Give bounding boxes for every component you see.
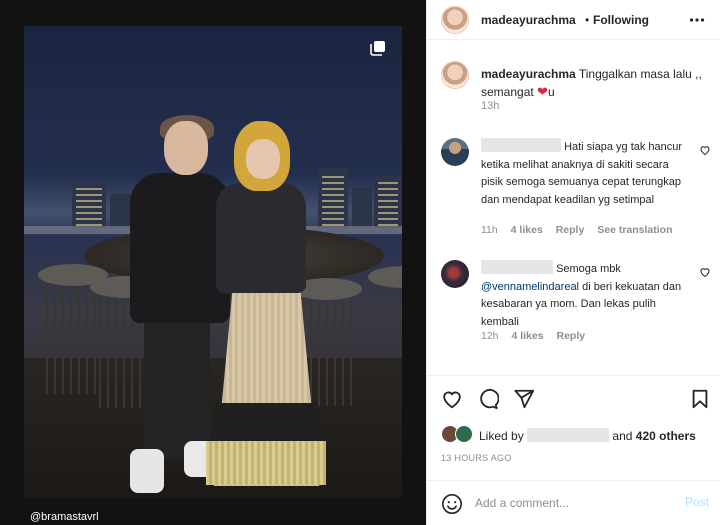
comment-likes[interactable]: 4 likes xyxy=(511,330,543,342)
redacted-username xyxy=(481,260,553,274)
comment-meta: 11h 4 likes Reply See translation xyxy=(481,224,683,236)
header-username[interactable]: madeayurachma xyxy=(481,13,576,27)
post-timestamp[interactable]: 13 HOURS AGO xyxy=(441,453,512,463)
building-lights xyxy=(378,180,398,226)
comment-time: 11h xyxy=(481,224,498,236)
post-media-pane: @bramastavrl xyxy=(0,0,426,525)
redacted-username[interactable] xyxy=(527,428,610,442)
city-building xyxy=(352,188,372,228)
heart-emoji: ❤ xyxy=(537,84,548,99)
comment-input[interactable] xyxy=(475,493,665,513)
bookmark-icon[interactable] xyxy=(689,388,711,410)
building-lights xyxy=(76,186,102,226)
add-comment-bar: Post xyxy=(427,480,720,525)
header-separator: • xyxy=(585,13,590,27)
building-lights xyxy=(322,172,344,226)
mention-link[interactable]: @vennamelindareal xyxy=(481,281,579,293)
caption-username[interactable]: madeayurachma xyxy=(481,67,576,81)
post-side-panel: madeayurachma • Following madeayurachma … xyxy=(426,0,720,525)
redacted-username xyxy=(481,138,561,152)
person-woman-hijab xyxy=(204,121,326,498)
reply-button[interactable]: Reply xyxy=(557,330,586,342)
multiple-posts-icon xyxy=(370,41,385,56)
heart-outline-icon[interactable] xyxy=(699,144,711,156)
more-horizontal-icon[interactable] xyxy=(689,12,705,28)
comment-text: Semoga mbk @vennamelindareal di beri kek… xyxy=(481,260,693,331)
photo-tag[interactable]: @bramastavrl xyxy=(30,511,99,523)
avatar[interactable] xyxy=(441,6,469,34)
comment-time: 12h xyxy=(481,330,499,342)
liker-avatars xyxy=(441,425,477,443)
smiley-face-icon[interactable] xyxy=(441,493,463,515)
see-translation-button[interactable]: See translation xyxy=(597,224,672,236)
post-actions xyxy=(427,375,720,421)
caption-time: 13h xyxy=(481,100,500,112)
avatar[interactable] xyxy=(455,425,473,443)
send-paper-plane-icon[interactable] xyxy=(513,388,535,410)
avatar[interactable] xyxy=(441,260,469,288)
stool-leg xyxy=(46,274,96,394)
comment-likes[interactable]: 4 likes xyxy=(511,224,543,236)
bar-stool xyxy=(368,266,402,288)
heart-outline-icon[interactable] xyxy=(441,388,463,410)
likes-row: Liked by and 420 others xyxy=(427,421,720,449)
reply-button[interactable]: Reply xyxy=(556,224,585,236)
comment-meta: 12h 4 likes Reply xyxy=(481,330,595,342)
comment-text: Hati siapa yg tak hancur ketika melihat … xyxy=(481,138,693,209)
avatar[interactable] xyxy=(441,61,469,89)
post-header: madeayurachma • Following xyxy=(427,0,720,40)
following-button[interactable]: Following xyxy=(593,13,649,27)
likes-others-link[interactable]: 420 others xyxy=(636,429,696,443)
heart-outline-icon[interactable] xyxy=(699,266,711,278)
comment-bubble-icon[interactable] xyxy=(477,388,499,410)
caption-body-tail: u xyxy=(547,85,555,99)
caption-text: madeayurachma Tinggalkan masa lalu ,, se… xyxy=(481,66,707,101)
likes-text: Liked by and 420 others xyxy=(479,428,696,443)
post-photo[interactable] xyxy=(24,26,402,498)
avatar[interactable] xyxy=(441,138,469,166)
post-button[interactable]: Post xyxy=(685,495,709,509)
